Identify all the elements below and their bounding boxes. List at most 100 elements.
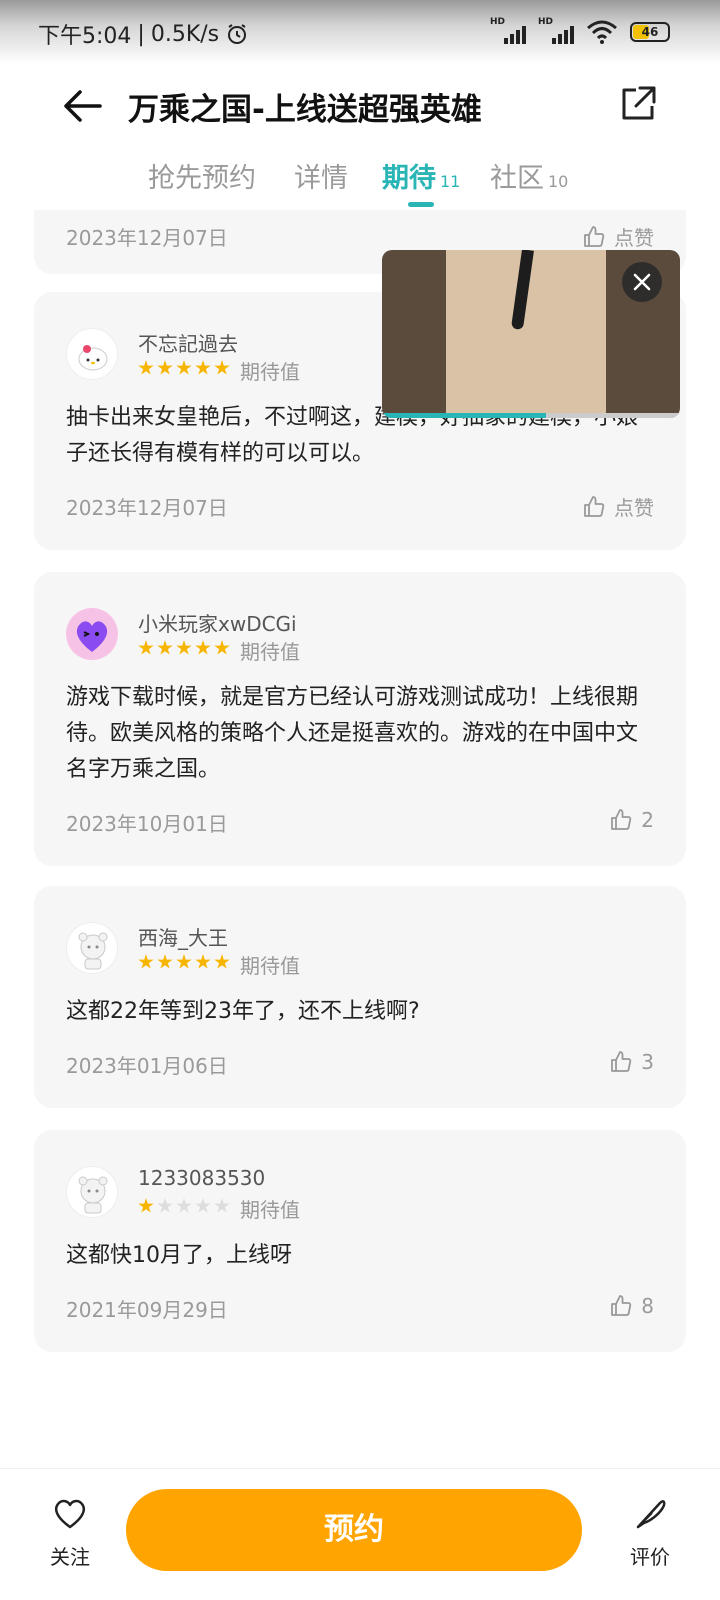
- expect-label: 期待值: [240, 1198, 300, 1222]
- thumbs-up-icon: [611, 1051, 632, 1072]
- status-bar: 下午5:04 | 0.5K/s HD HD 46: [0, 0, 720, 64]
- hello-kitty-avatar-icon: [78, 345, 108, 371]
- rate-button[interactable]: 评价: [610, 1493, 690, 1570]
- floating-video-player[interactable]: [382, 250, 680, 418]
- tab-label: 社区: [490, 163, 544, 194]
- video-progress-fill: [382, 413, 546, 418]
- star-icon: [195, 640, 211, 655]
- rate-label: 评价: [630, 1545, 670, 1569]
- status-time: 下午5:04: [38, 24, 132, 49]
- star-icon: [176, 954, 192, 969]
- thumbs-up-icon: [584, 495, 605, 517]
- app-header: 万乘之国-上线送超强英雄: [0, 64, 720, 148]
- expect-label: 期待值: [240, 360, 300, 384]
- star-icon: [195, 954, 211, 969]
- status-net-speed: 0.5K/s: [150, 21, 220, 47]
- tab-label: 详情: [294, 163, 348, 194]
- star-icon: [157, 640, 173, 655]
- tab-bar: 抢先预约 详情 期待 11 社区 10: [0, 156, 720, 210]
- reviewer-name: 1233083530: [138, 1166, 266, 1190]
- tab-count: 10: [548, 172, 569, 191]
- expect-label: 期待值: [240, 954, 300, 978]
- avatar: [66, 328, 118, 380]
- close-video-button[interactable]: [622, 262, 662, 302]
- status-divider: |: [137, 21, 145, 47]
- review-card: 西海_大王 期待值 这都22年等到23年了，还不上线啊? 2023年01月06日…: [34, 886, 686, 1108]
- like-label: 点赞: [614, 496, 654, 520]
- star-icon: [138, 1198, 154, 1213]
- like-label: 点赞: [614, 226, 654, 250]
- status-left: 下午5:04 | 0.5K/s: [38, 18, 249, 50]
- alarm-icon: [228, 24, 247, 44]
- star-icon: [138, 954, 154, 969]
- star-icon: [157, 360, 173, 375]
- signal-icon-2: HD: [538, 17, 574, 44]
- tab-label: 抢先预约: [148, 163, 256, 194]
- star-icon: [214, 360, 230, 375]
- star-icon: [138, 360, 154, 375]
- battery-level: 46: [641, 25, 659, 39]
- reviewer-name: 西海_大王: [138, 926, 228, 950]
- follow-button[interactable]: 关注: [30, 1493, 110, 1570]
- review-date: 2023年10月01日: [66, 812, 228, 836]
- review-card: 1233083530 期待值 这都快10月了，上线呀 2021年09月29日 8: [34, 1130, 686, 1352]
- heart-avatar-icon: [76, 621, 108, 652]
- signal-icon: HD: [490, 17, 526, 44]
- bottom-action-bar: 关注 预约 评价: [0, 1468, 720, 1600]
- video-progress-bar[interactable]: [382, 413, 680, 418]
- tab-details[interactable]: 详情: [294, 156, 348, 195]
- feather-pen-icon: [636, 1500, 666, 1529]
- tab-count: 11: [440, 172, 461, 191]
- review-text: 游戏下载时候，就是官方已经认可游戏测试成功！上线很期待。欧美风格的策略个人还是挺…: [66, 685, 639, 782]
- thumbs-up-icon: [584, 225, 605, 247]
- like-count: 2: [641, 808, 654, 832]
- like-count: 8: [641, 1294, 654, 1318]
- review-date: 2023年12月07日: [66, 496, 228, 520]
- heart-icon: [54, 1499, 86, 1529]
- thumbs-up-icon: [611, 1295, 632, 1316]
- star-icon: [138, 640, 154, 655]
- close-icon: [633, 273, 651, 291]
- avatar: [66, 922, 118, 974]
- like-button[interactable]: 8: [609, 1294, 654, 1318]
- star-rating: [138, 360, 230, 376]
- star-icon: [176, 360, 192, 375]
- star-icon: [214, 640, 230, 655]
- tab-indicator: [408, 202, 434, 207]
- like-count: 3: [641, 1050, 654, 1074]
- like-button[interactable]: 3: [609, 1050, 654, 1074]
- avatar: [66, 608, 118, 660]
- avatar: [66, 1166, 118, 1218]
- wifi-icon: [587, 20, 617, 44]
- back-arrow-icon[interactable]: [60, 84, 104, 128]
- star-rating: [138, 954, 230, 970]
- star-icon: [176, 640, 192, 655]
- review-date: 2021年09月29日: [66, 1298, 228, 1322]
- review-text: 这都快10月了，上线呀: [66, 1243, 292, 1268]
- battery-icon: 46: [630, 22, 670, 42]
- reserve-button[interactable]: 预约: [126, 1489, 582, 1571]
- star-rating: [138, 640, 230, 656]
- mascot-avatar-icon: [78, 932, 108, 970]
- review-date: 2023年12月07日: [66, 226, 228, 250]
- star-icon: [176, 1198, 192, 1213]
- star-icon: [157, 954, 173, 969]
- tab-preorder[interactable]: 抢先预约: [148, 156, 256, 195]
- status-right: HD HD 46: [490, 17, 670, 44]
- tab-community[interactable]: 社区 10: [490, 156, 568, 195]
- share-icon[interactable]: [618, 84, 658, 124]
- tab-expect[interactable]: 期待 11: [382, 156, 460, 195]
- review-text: 这都22年等到23年了，还不上线啊?: [66, 999, 420, 1024]
- thumbs-up-icon: [611, 809, 632, 830]
- like-button[interactable]: 2: [609, 808, 654, 832]
- reviewer-name: 小米玩家xwDCGi: [138, 612, 297, 636]
- expect-label: 期待值: [240, 640, 300, 664]
- star-icon: [214, 954, 230, 969]
- star-rating: [138, 1198, 230, 1214]
- like-button[interactable]: 点赞: [582, 492, 654, 521]
- review-card: 小米玩家xwDCGi 期待值 游戏下载时候，就是官方已经认可游戏测试成功！上线很…: [34, 572, 686, 866]
- like-button[interactable]: 点赞: [582, 222, 654, 251]
- mascot-avatar-icon: [78, 1176, 108, 1214]
- tab-label: 期待: [382, 163, 436, 194]
- star-icon: [195, 1198, 211, 1213]
